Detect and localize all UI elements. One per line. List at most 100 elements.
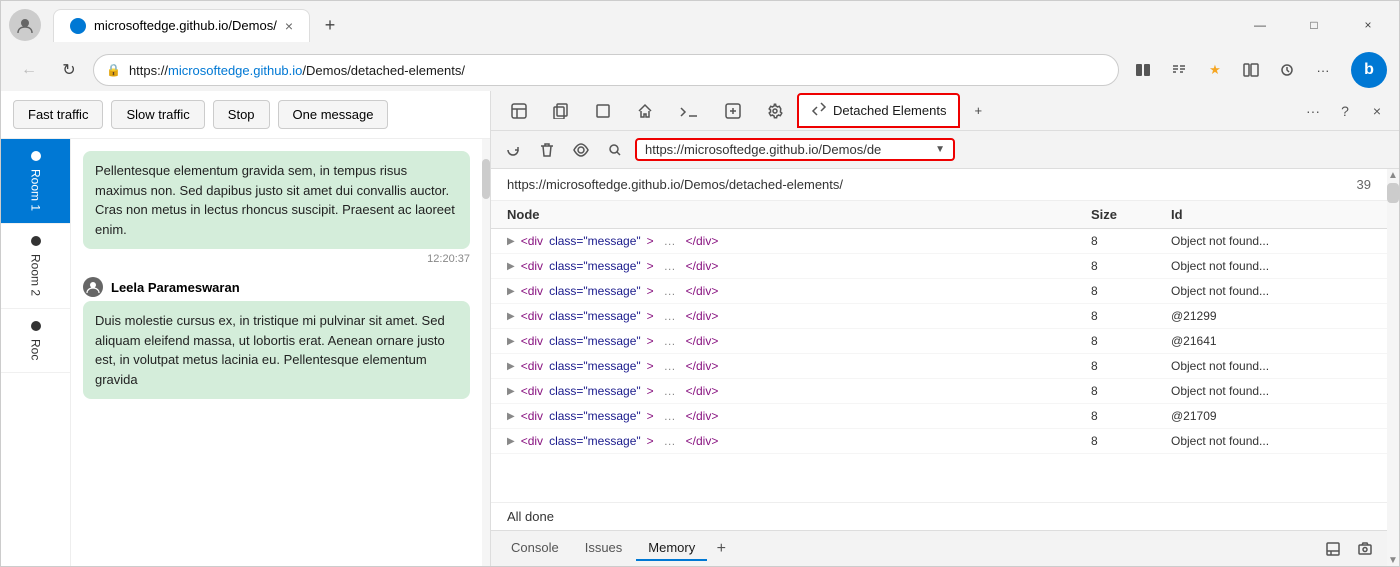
expand-arrow-1[interactable]: ▶	[507, 236, 515, 247]
room-3-label: Roc	[29, 339, 43, 360]
node-cell-2: ▶ <div class="message">…</div>	[507, 259, 1091, 273]
split-screen-button[interactable]	[1235, 54, 1267, 86]
node-cell-6: ▶ <div class="message">…</div>	[507, 359, 1091, 373]
chat-content: Room 1 Room 2 Roc Pellentesque	[1, 139, 490, 566]
devtools-tab-settings[interactable]	[755, 97, 795, 125]
expand-arrow-8[interactable]: ▶	[507, 411, 515, 422]
room-1-item[interactable]: Room 1	[1, 139, 70, 224]
favorites-button[interactable]: ★	[1199, 54, 1231, 86]
devtools-refresh-button[interactable]	[499, 136, 527, 164]
slow-traffic-button[interactable]: Slow traffic	[111, 100, 204, 129]
node-cell-1: ▶ <div class="message">…</div>	[507, 234, 1091, 248]
table-row[interactable]: ▶ <div class="message">…</div> 8 Object …	[491, 429, 1387, 454]
bottom-undock-button[interactable]	[1319, 535, 1347, 563]
devtools-tab-console[interactable]	[667, 97, 711, 125]
reading-view-button[interactable]	[1127, 54, 1159, 86]
chat-scrollbar[interactable]	[482, 139, 490, 566]
expand-arrow-6[interactable]: ▶	[507, 361, 515, 372]
browser-essentials-button[interactable]	[1271, 54, 1303, 86]
bottom-tab-console[interactable]: Console	[499, 536, 571, 561]
room-2-item[interactable]: Room 2	[1, 224, 70, 309]
expand-arrow-2[interactable]: ▶	[507, 261, 515, 272]
refresh-button[interactable]: ↻	[53, 54, 85, 86]
table-row[interactable]: ▶ <div class="message">…</div> 8 @21641	[491, 329, 1387, 354]
devtools-scroll-thumb[interactable]	[1387, 183, 1399, 203]
devtools-tab-detached-elements[interactable]: Detached Elements	[797, 93, 960, 128]
rooms-sidebar: Room 1 Room 2 Roc	[1, 139, 71, 566]
bottom-tab-issues[interactable]: Issues	[573, 536, 635, 561]
node-cell-5: ▶ <div class="message">…</div>	[507, 334, 1091, 348]
table-header: Node Size Id	[491, 201, 1387, 229]
col-size: Size	[1091, 207, 1171, 222]
table-row[interactable]: ▶ <div class="message">…</div> 8 @21709	[491, 404, 1387, 429]
devtools-tab-home[interactable]	[625, 97, 665, 125]
devtools-delete-button[interactable]	[533, 136, 561, 164]
scroll-down-button[interactable]: ▼	[1387, 554, 1399, 566]
message-1-bubble: Pellentesque elementum gravida sem, in t…	[83, 151, 470, 249]
new-tab-button[interactable]: +	[314, 9, 346, 41]
devtools-view-button[interactable]	[567, 136, 595, 164]
profile-button[interactable]	[9, 9, 41, 41]
size-cell-2: 8	[1091, 259, 1171, 273]
devtools-url-input[interactable]: https://microsoftedge.github.io/Demos/de…	[635, 138, 955, 161]
table-row[interactable]: ▶ <div class="message">…</div> 8 Object …	[491, 354, 1387, 379]
minimize-button[interactable]: —	[1237, 9, 1283, 41]
table-row[interactable]: ▶ <div class="message">…</div> 8 Object …	[491, 254, 1387, 279]
lock-icon: 🔒	[106, 63, 121, 77]
size-cell-1: 8	[1091, 234, 1171, 248]
table-row[interactable]: ▶ <div class="message">…</div> 8 Object …	[491, 279, 1387, 304]
size-cell-4: 8	[1091, 309, 1171, 323]
more-tools-button[interactable]: ···	[1307, 54, 1339, 86]
devtools-tab-network[interactable]	[713, 97, 753, 125]
bottom-screenshot-button[interactable]	[1351, 535, 1379, 563]
table-row[interactable]: ▶ <div class="message">…</div> 8 Object …	[491, 229, 1387, 254]
table-body: ▶ <div class="message">…</div> 8 Object …	[491, 229, 1387, 489]
devtools-tab-copy[interactable]	[541, 97, 581, 125]
room-3-item[interactable]: Roc	[1, 309, 70, 373]
close-button[interactable]: ×	[1345, 9, 1391, 41]
bing-button[interactable]: b	[1351, 52, 1387, 88]
devtools-url-dropdown-icon[interactable]: ▼	[935, 144, 945, 155]
devtools-close-button[interactable]: ×	[1363, 97, 1391, 125]
devtools-tab-add[interactable]: +	[962, 97, 994, 124]
expand-arrow-7[interactable]: ▶	[507, 386, 515, 397]
devtools-scrollbar[interactable]: ▲ ▼	[1387, 169, 1399, 566]
devtools-tab-box[interactable]	[583, 97, 623, 125]
tab-close-button[interactable]: ×	[285, 18, 293, 34]
status-text: All done	[507, 509, 554, 524]
maximize-button[interactable]: □	[1291, 9, 1337, 41]
url-bar[interactable]: 🔒 https://microsoftedge.github.io/Demos/…	[93, 54, 1119, 86]
expand-arrow-5[interactable]: ▶	[507, 336, 515, 347]
tab-area: microsoftedge.github.io/Demos/ × +	[53, 9, 1233, 42]
scroll-up-button[interactable]: ▲	[1387, 169, 1399, 181]
fast-traffic-button[interactable]: Fast traffic	[13, 100, 103, 129]
url-text: https://microsoftedge.github.io/Demos/de…	[129, 63, 1106, 78]
devtools-bottom-tabs: Console Issues Memory +	[491, 530, 1387, 566]
expand-arrow-9[interactable]: ▶	[507, 436, 515, 447]
devtools-help-button[interactable]: ?	[1331, 97, 1359, 125]
bottom-tab-add-button[interactable]: +	[709, 537, 733, 561]
stop-button[interactable]: Stop	[213, 100, 270, 129]
devtools-search-button[interactable]	[601, 136, 629, 164]
sender-avatar	[83, 277, 103, 297]
immersive-reader-button[interactable]	[1163, 54, 1195, 86]
size-cell-3: 8	[1091, 284, 1171, 298]
devtools-more-button[interactable]: ···	[1299, 97, 1327, 125]
chat-toolbar: Fast traffic Slow traffic Stop One messa…	[1, 91, 490, 139]
message-2: Leela Parameswaran Duis molestie cursus …	[83, 277, 470, 399]
expand-arrow-4[interactable]: ▶	[507, 311, 515, 322]
active-tab[interactable]: microsoftedge.github.io/Demos/ ×	[53, 9, 310, 42]
devtools-tab-inspector[interactable]	[499, 97, 539, 125]
node-cell-7: ▶ <div class="message">…</div>	[507, 384, 1091, 398]
one-message-button[interactable]: One message	[278, 100, 389, 129]
table-row[interactable]: ▶ <div class="message">…</div> 8 @21299	[491, 304, 1387, 329]
bottom-tab-memory[interactable]: Memory	[636, 536, 707, 561]
table-row[interactable]: ▶ <div class="message">…</div> 8 Object …	[491, 379, 1387, 404]
message-1-text: Pellentesque elementum gravida sem, in t…	[95, 163, 455, 237]
back-button[interactable]: ←	[13, 54, 45, 86]
expand-arrow-3[interactable]: ▶	[507, 286, 515, 297]
id-cell-5: @21641	[1171, 334, 1371, 348]
chat-scroll-thumb[interactable]	[482, 159, 490, 199]
room-3-dot	[31, 321, 41, 331]
url-path: /Demos/detached-elements/	[302, 63, 465, 78]
